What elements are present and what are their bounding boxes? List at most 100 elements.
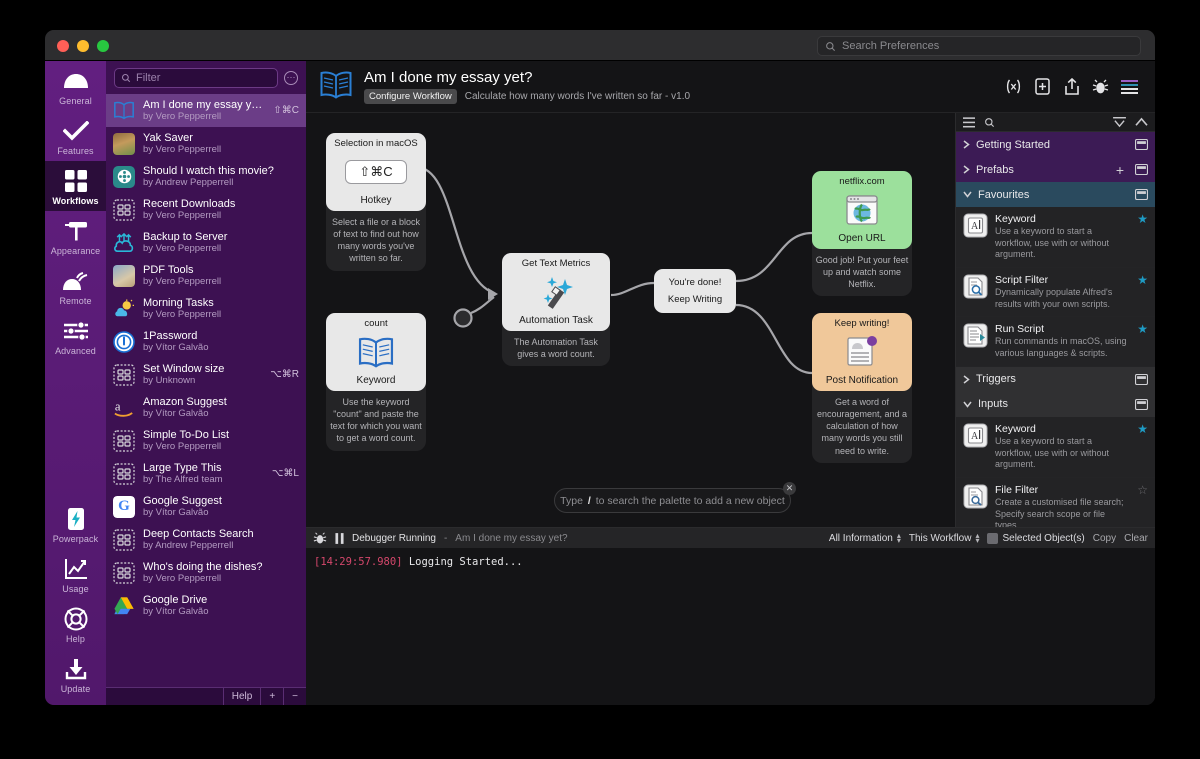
sidebar-item-powerpack[interactable]: Powerpack bbox=[45, 499, 106, 549]
minimize-window-button[interactable] bbox=[77, 40, 89, 52]
library-section-header[interactable]: Prefabs + bbox=[956, 157, 1155, 182]
sidebar-item-update[interactable]: Update bbox=[45, 649, 106, 699]
maximize-window-button[interactable] bbox=[97, 40, 109, 52]
node-hotkey[interactable]: Selection in macOS ⇧⌘C Hotkey Select a f… bbox=[326, 133, 426, 271]
node-automation-task[interactable]: Get Text Metrics Automation Task The Aut… bbox=[502, 253, 610, 367]
workflow-list-options-button[interactable]: ⋯ bbox=[284, 70, 298, 85]
close-icon[interactable]: ✕ bbox=[783, 482, 796, 495]
conditional-branch-keep-writing[interactable]: Keep Writing bbox=[668, 294, 722, 305]
node-automation-task-card[interactable]: Get Text Metrics Automation Task bbox=[502, 253, 610, 331]
favourite-star-icon[interactable]: ☆ bbox=[1137, 484, 1148, 496]
sidebar-item-general[interactable]: General bbox=[45, 61, 106, 111]
library-item[interactable]: File Filter Create a customised file sear… bbox=[956, 477, 1155, 527]
node-open-url-wrap: netflix.com Open URL Good job! Put your … bbox=[812, 171, 912, 297]
sidebar-item-help[interactable]: Help bbox=[45, 599, 106, 649]
node-keyword-note: Use the keyword "count" and paste the te… bbox=[330, 397, 422, 444]
workflow-list-item[interactable]: Who's doing the dishes? by Vero Pepperrel… bbox=[106, 556, 306, 589]
conditional-branch-done[interactable]: You're done! bbox=[669, 277, 722, 288]
search-icon[interactable] bbox=[984, 117, 995, 128]
library-item[interactable]: A Keyword Use a keyword to start a workflo… bbox=[956, 207, 1155, 269]
panel-icon[interactable] bbox=[1135, 189, 1148, 200]
workflow-list-item[interactable]: Set Window size by Unknown ⌥⌘R bbox=[106, 358, 306, 391]
collapse-all-icon[interactable] bbox=[1113, 116, 1126, 128]
close-window-button[interactable] bbox=[57, 40, 69, 52]
sidebar-item-appearance[interactable]: Appearance bbox=[45, 211, 106, 261]
workflow-item-meta: Google Drive by Vítor Galvão bbox=[143, 594, 291, 617]
workflow-list-scroll[interactable]: Am I done my essay yet? by Vero Pepperrel… bbox=[106, 94, 306, 687]
panel-icon[interactable] bbox=[1135, 398, 1148, 410]
panel-icon[interactable] bbox=[1135, 139, 1148, 150]
node-hotkey-card[interactable]: Selection in macOS ⇧⌘C Hotkey bbox=[326, 133, 426, 211]
debugger-clear-button[interactable]: Clear bbox=[1124, 533, 1148, 544]
preferences-search-field[interactable]: Search Preferences bbox=[817, 36, 1141, 56]
workflow-list-item[interactable]: Deep Contacts Search by Andrew Pepperrell bbox=[106, 523, 306, 556]
workflow-list-item[interactable]: Backup to Server by Vero Pepperrell bbox=[106, 226, 306, 259]
library-item[interactable]: A Keyword Use a keyword to start a workflo… bbox=[956, 416, 1155, 478]
workflow-list-item[interactable]: G Google Suggest by Vítor Galvão bbox=[106, 490, 306, 523]
debug-bug-icon[interactable] bbox=[313, 531, 327, 545]
node-open-url[interactable]: netflix.com Open URL Good job! Put your … bbox=[812, 171, 912, 297]
debugger-level-select[interactable]: All Information ▴ ▾ bbox=[829, 532, 901, 545]
sidebar-item-usage[interactable]: Usage bbox=[45, 549, 106, 599]
workflow-add-button[interactable]: + bbox=[260, 688, 283, 705]
workflow-canvas[interactable]: Selection in macOS ⇧⌘C Hotkey Select a f… bbox=[306, 113, 955, 527]
library-section-header[interactable]: Getting Started bbox=[956, 132, 1155, 157]
workflow-list-item[interactable]: Morning Tasks by Vero Pepperrell bbox=[106, 292, 306, 325]
debugger-copy-button[interactable]: Copy bbox=[1093, 533, 1116, 544]
add-prefab-button[interactable]: + bbox=[1116, 162, 1124, 178]
favourite-star-icon[interactable]: ★ bbox=[1137, 423, 1148, 435]
workflow-list-item[interactable]: PDF Tools by Vero Pepperrell bbox=[106, 259, 306, 292]
preferences-sidebar: General Features Workflows Appearance Re… bbox=[45, 61, 106, 705]
library-section-header[interactable]: Inputs bbox=[956, 391, 1155, 417]
sidebar-item-remote[interactable]: Remote bbox=[45, 261, 106, 311]
workflow-help-button[interactable]: Help bbox=[222, 688, 261, 705]
workflow-list-item[interactable]: Should I watch this movie? by Andrew Pepp… bbox=[106, 160, 306, 193]
library-section-header[interactable]: Triggers bbox=[956, 366, 1155, 392]
add-box-icon[interactable] bbox=[1034, 78, 1051, 95]
node-post-notification[interactable]: Keep writing! Post Notification Get a wo… bbox=[812, 313, 912, 463]
workflow-list-item[interactable]: a Amazon Suggest by Vítor Galvão bbox=[106, 391, 306, 424]
workflow-list-item[interactable]: Recent Downloads by Vero Pepperrell bbox=[106, 193, 306, 226]
node-conditional[interactable]: You're done! Keep Writing bbox=[654, 269, 736, 313]
favourite-star-icon[interactable]: ★ bbox=[1137, 323, 1148, 335]
chevron-up-icon[interactable] bbox=[1135, 117, 1148, 128]
workflow-filter-input[interactable]: Filter bbox=[114, 67, 278, 88]
workflow-list-item[interactable]: 1Password by Vítor Galvão bbox=[106, 325, 306, 358]
list-icon[interactable] bbox=[963, 116, 975, 128]
library-item[interactable]: Run Script Run commands in macOS, using v… bbox=[956, 317, 1155, 367]
workflow-list-item[interactable]: Large Type This by The Alfred team ⌥⌘L bbox=[106, 457, 306, 490]
share-icon[interactable] bbox=[1063, 78, 1080, 95]
menu-icon[interactable] bbox=[1121, 78, 1138, 95]
sidebar-item-workflows[interactable]: Workflows bbox=[45, 161, 106, 211]
node-keyword-card[interactable]: count Keyword bbox=[326, 313, 426, 391]
debugger-selected-objects-checkbox[interactable]: Selected Object(s) bbox=[987, 532, 1085, 544]
sidebar-item-advanced[interactable]: Advanced bbox=[45, 311, 106, 361]
workflow-list-item[interactable]: Simple To-Do List by Vero Pepperrell bbox=[106, 424, 306, 457]
library-scroll[interactable]: Getting Started Prefabs + Favourites A Keywor… bbox=[956, 132, 1155, 527]
node-post-notification-card[interactable]: Keep writing! Post Notification bbox=[812, 313, 912, 391]
configure-workflow-button[interactable]: Configure Workflow bbox=[364, 89, 457, 104]
favourite-star-icon[interactable]: ★ bbox=[1137, 274, 1148, 286]
variables-icon[interactable] bbox=[1005, 78, 1022, 95]
debug-bug-icon[interactable] bbox=[1092, 78, 1109, 95]
workflow-list-item[interactable]: Google Drive by Vítor Galvão bbox=[106, 589, 306, 622]
node-keyword[interactable]: count Keyword Use the keyword "count" an… bbox=[326, 313, 426, 451]
workflow-item-meta: Am I done my essay yet? by Vero Pepperrel… bbox=[143, 99, 265, 122]
debugger-scope-select[interactable]: This Workflow ▴ ▾ bbox=[909, 532, 980, 545]
node-conditional-card[interactable]: You're done! Keep Writing bbox=[654, 269, 736, 313]
panel-icon[interactable] bbox=[1135, 373, 1148, 385]
workflow-list-item[interactable]: Yak Saver by Vero Pepperrell bbox=[106, 127, 306, 160]
node-open-url-card[interactable]: netflix.com Open URL bbox=[812, 171, 912, 249]
workflow-item-meta: Who's doing the dishes? by Vero Pepperrel… bbox=[143, 561, 291, 584]
sidebar-item-features[interactable]: Features bbox=[45, 111, 106, 161]
workflow-list-item[interactable]: Am I done my essay yet? by Vero Pepperrel… bbox=[106, 94, 306, 127]
junction-node[interactable] bbox=[453, 308, 473, 328]
panel-icon[interactable] bbox=[1135, 164, 1148, 175]
checkbox-icon[interactable] bbox=[987, 532, 999, 544]
library-section-header[interactable]: Favourites bbox=[956, 182, 1155, 207]
library-item[interactable]: Script Filter Dynamically populate Alfred… bbox=[956, 268, 1155, 318]
workflow-remove-button[interactable]: − bbox=[283, 688, 306, 705]
palette-search-field[interactable]: Type / to search the palette to add a ne… bbox=[554, 482, 796, 513]
pause-icon[interactable] bbox=[335, 532, 344, 544]
favourite-star-icon[interactable]: ★ bbox=[1137, 213, 1148, 225]
